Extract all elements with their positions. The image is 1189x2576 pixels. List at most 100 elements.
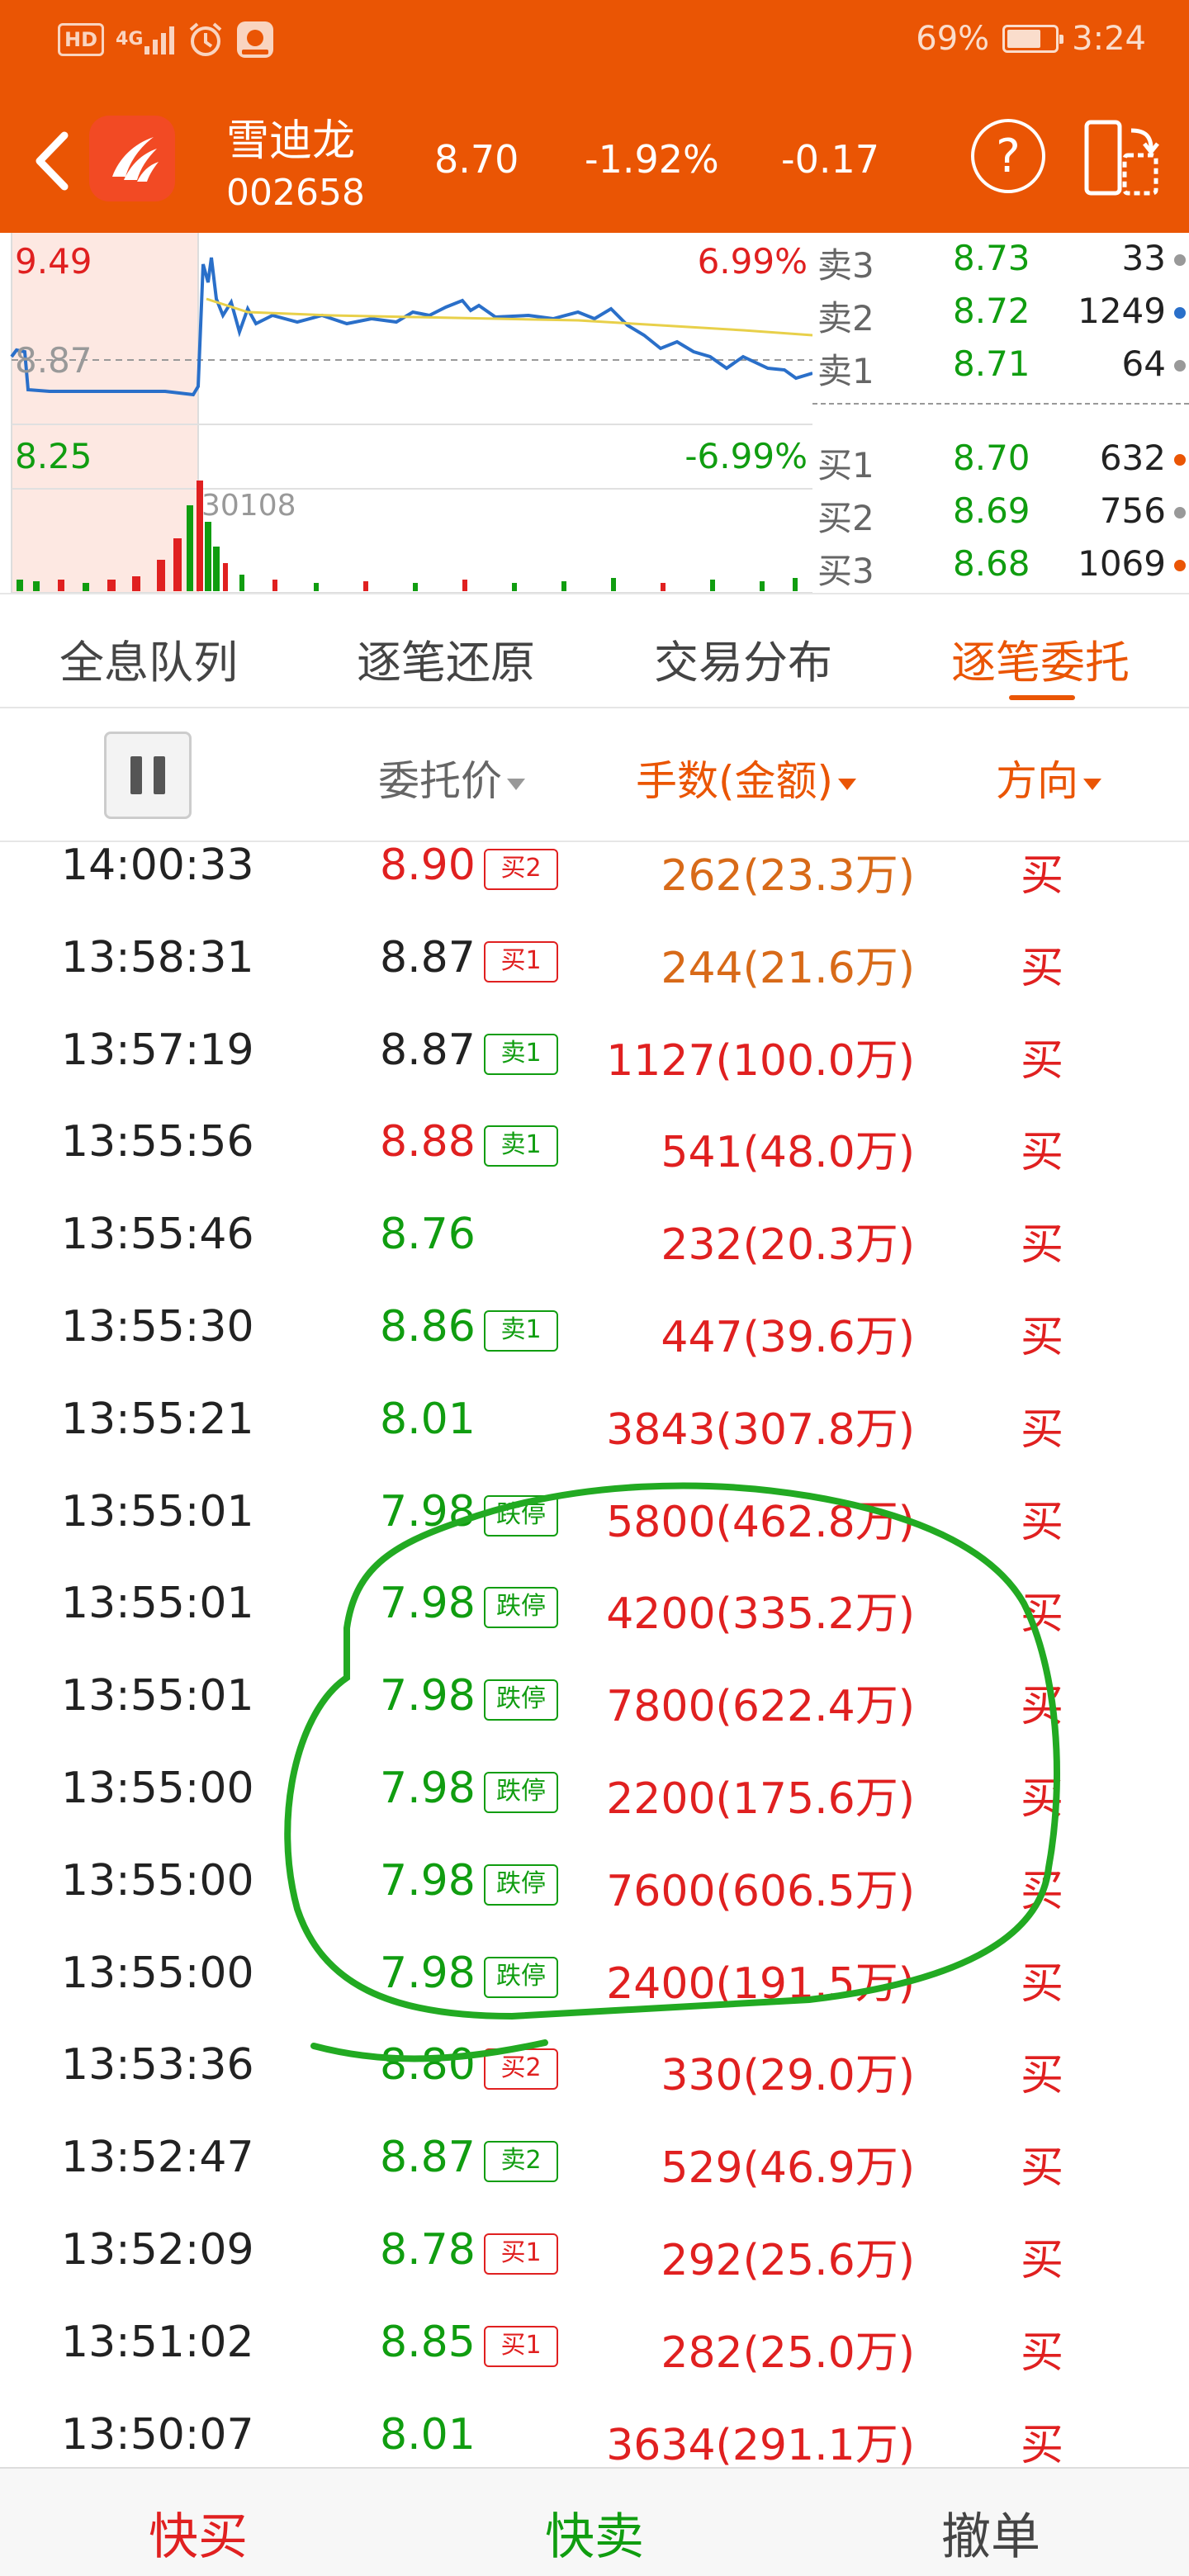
order-level-badge: 卖1 bbox=[484, 1033, 558, 1075]
order-time: 13:52:47 bbox=[61, 2133, 254, 2183]
help-icon[interactable]: ? bbox=[971, 119, 1045, 193]
order-time: 13:50:07 bbox=[61, 2409, 254, 2460]
order-level-badge: 买1 bbox=[484, 2325, 558, 2367]
list-item[interactable]: 13:52:47 8.87 卖2 529(46.9万) 买 bbox=[0, 2108, 1189, 2200]
order-quantity: 1127(100.0万) bbox=[606, 1035, 915, 1086]
battery-percent: 69% bbox=[916, 20, 990, 58]
list-item[interactable]: 13:50:07 8.01 3634(291.1万) 买 bbox=[0, 2385, 1189, 2467]
list-item[interactable]: 13:55:00 7.98 跌停 7600(606.5万) 买 bbox=[0, 1831, 1189, 1924]
change-percent: -1.92% bbox=[585, 137, 719, 182]
order-price: 8.01 bbox=[380, 1394, 476, 1444]
list-item[interactable]: 13:55:01 7.98 跌停 4200(335.2万) 买 bbox=[0, 1554, 1189, 1646]
order-price: 8.90 bbox=[380, 844, 476, 890]
list-item[interactable]: 13:55:01 7.98 跌停 7800(622.4万) 买 bbox=[0, 1646, 1189, 1739]
order-price: 7.98 bbox=[380, 1764, 476, 1813]
network-type: 4G bbox=[116, 29, 144, 50]
order-quantity: 262(23.3万) bbox=[661, 851, 915, 901]
order-quantity: 3634(291.1万) bbox=[606, 2420, 915, 2467]
order-price: 7.98 bbox=[380, 1579, 476, 1629]
chart-high-pct: 6.99% bbox=[697, 241, 808, 282]
order-price: 7.98 bbox=[380, 1486, 476, 1537]
quick-sell-button[interactable]: 快卖 bbox=[396, 2497, 793, 2569]
quick-buy-button[interactable]: 快买 bbox=[0, 2497, 396, 2569]
order-direction: 买 bbox=[1021, 1220, 1064, 1271]
order-direction: 买 bbox=[1021, 1866, 1064, 1916]
order-direction: 买 bbox=[1021, 1682, 1064, 1732]
cancel-order-button[interactable]: 撤单 bbox=[793, 2497, 1189, 2569]
order-book: 卖3 8.73 33 卖2 8.72 1249 卖1 8.71 64 买1 8.70 632 买… bbox=[812, 233, 1189, 593]
current-price: 8.70 bbox=[434, 137, 519, 182]
pause-button[interactable] bbox=[104, 732, 192, 819]
order-direction: 买 bbox=[1021, 1589, 1064, 1640]
order-direction: 买 bbox=[1021, 2327, 1064, 2378]
top-bar: HD 4G 69% 3:24 雪迪龙 002658 8.70 -1.92% -0… bbox=[0, 0, 1189, 233]
chart-mid-price: 8.87 bbox=[15, 340, 92, 381]
order-quantity: 7600(606.5万) bbox=[606, 1866, 915, 1916]
order-price: 8.87 bbox=[380, 932, 476, 983]
order-direction: 买 bbox=[1021, 1497, 1064, 1547]
order-level-badge: 跌停 bbox=[484, 1956, 558, 1998]
list-item[interactable]: 13:58:31 8.87 买1 244(21.6万) 买 bbox=[0, 908, 1189, 1001]
order-time: 13:55:00 bbox=[61, 1764, 254, 1813]
order-direction: 买 bbox=[1021, 2051, 1064, 2101]
clock: 3:24 bbox=[1072, 20, 1146, 58]
order-direction: 买 bbox=[1021, 1128, 1064, 1178]
bottom-action-bar: 快买 快卖 撤单 bbox=[0, 2467, 1189, 2576]
order-quantity: 541(48.0万) bbox=[661, 1128, 915, 1178]
order-quantity: 4200(335.2万) bbox=[606, 1589, 915, 1640]
order-book-divider bbox=[812, 403, 1189, 405]
stock-code: 002658 bbox=[226, 172, 365, 214]
list-item[interactable]: 13:52:09 8.78 买1 292(25.6万) 买 bbox=[0, 2200, 1189, 2293]
order-level-badge: 卖1 bbox=[484, 1310, 558, 1352]
sort-qty-header[interactable]: 手数(金额) bbox=[636, 748, 857, 807]
bid-row: 买2 8.69 756 bbox=[812, 487, 1189, 538]
order-direction: 买 bbox=[1021, 1313, 1064, 1362]
order-quantity: 529(46.9万) bbox=[661, 2143, 915, 2194]
order-time: 13:55:01 bbox=[61, 1486, 254, 1537]
list-item[interactable]: 13:51:02 8.85 买1 282(25.0万) 买 bbox=[0, 2293, 1189, 2385]
tab-trade-distribution[interactable]: 交易分布 bbox=[594, 626, 892, 691]
ask-row: 卖3 8.73 33 bbox=[812, 234, 1189, 286]
order-price: 7.98 bbox=[380, 1948, 476, 1998]
list-item[interactable]: 13:53:36 8.80 买2 330(29.0万) 买 bbox=[0, 2015, 1189, 2108]
list-item[interactable]: 13:57:19 8.87 卖1 1127(100.0万) 买 bbox=[0, 1001, 1189, 1093]
order-direction: 买 bbox=[1021, 1035, 1064, 1086]
tab-tick-orders[interactable]: 逐笔委托 bbox=[892, 626, 1189, 691]
tab-full-queue[interactable]: 全息队列 bbox=[0, 626, 297, 691]
list-item[interactable]: 14:00:33 8.90 买2 262(23.3万) 买 bbox=[0, 844, 1189, 908]
ask-row: 卖2 8.72 1249 bbox=[812, 287, 1189, 339]
order-level-badge: 卖1 bbox=[484, 1125, 558, 1167]
order-time: 13:52:09 bbox=[61, 2225, 254, 2275]
order-direction: 买 bbox=[1021, 1774, 1064, 1824]
order-level-badge: 买1 bbox=[484, 940, 558, 983]
list-item[interactable]: 13:55:00 7.98 跌停 2400(191.5万) 买 bbox=[0, 1924, 1189, 2016]
order-level-badge: 跌停 bbox=[484, 1494, 558, 1537]
stock-name: 雪迪龙 bbox=[226, 116, 356, 166]
tab-tick-restore[interactable]: 逐笔还原 bbox=[297, 626, 594, 691]
landscape-switch-icon[interactable] bbox=[1082, 119, 1161, 198]
order-direction: 买 bbox=[1021, 2420, 1064, 2467]
order-quantity: 3843(307.8万) bbox=[606, 1404, 915, 1455]
battery-icon bbox=[1002, 25, 1064, 53]
order-direction: 买 bbox=[1021, 2143, 1064, 2194]
list-item[interactable]: 13:55:00 7.98 跌停 2200(175.6万) 买 bbox=[0, 1739, 1189, 1831]
back-arrow-icon[interactable] bbox=[28, 124, 78, 198]
signal-icon: 4G bbox=[116, 21, 176, 58]
sort-price-header[interactable]: 委托价 bbox=[378, 748, 525, 807]
order-level-badge: 跌停 bbox=[484, 1587, 558, 1629]
order-price: 7.98 bbox=[380, 1671, 476, 1721]
order-list[interactable]: 14:00:33 8.90 买2 262(23.3万) 买 13:58:31 8.87 买1 2… bbox=[0, 844, 1189, 2467]
sort-direction-header[interactable]: 方向 bbox=[996, 748, 1101, 807]
order-level-badge: 跌停 bbox=[484, 1772, 558, 1813]
order-level-badge: 买2 bbox=[484, 849, 558, 890]
order-quantity: 5800(462.8万) bbox=[606, 1497, 915, 1547]
list-item[interactable]: 13:55:30 8.86 卖1 447(39.6万) 买 bbox=[0, 1277, 1189, 1370]
list-item[interactable]: 13:55:21 8.01 3843(307.8万) 买 bbox=[0, 1370, 1189, 1462]
order-time: 14:00:33 bbox=[61, 844, 254, 890]
list-item[interactable]: 13:55:56 8.88 卖1 541(48.0万) 买 bbox=[0, 1092, 1189, 1185]
list-item[interactable]: 13:55:46 8.76 232(20.3万) 买 bbox=[0, 1185, 1189, 1277]
list-item[interactable]: 13:55:01 7.98 跌停 5800(462.8万) 买 bbox=[0, 1462, 1189, 1555]
order-price: 8.87 bbox=[380, 1025, 476, 1075]
pause-icon bbox=[130, 756, 142, 794]
order-quantity: 447(39.6万) bbox=[661, 1313, 915, 1362]
